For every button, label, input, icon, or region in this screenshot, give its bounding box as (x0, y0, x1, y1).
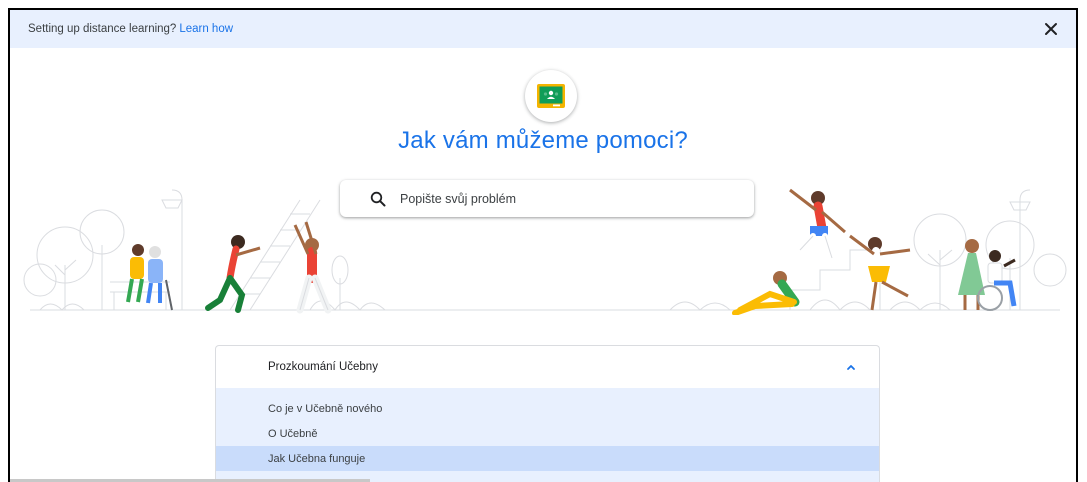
accordion-header-explore-classroom[interactable]: Prozkoumání Učebny (216, 346, 879, 388)
close-banner-button[interactable] (1040, 18, 1062, 40)
list-item-label: Co je v Učebně nového (268, 402, 383, 415)
list-item-about[interactable]: O Učebně (216, 421, 879, 446)
help-topics-accordion: Prozkoumání Učebny Co je v Učebně nového… (215, 345, 880, 482)
chevron-up-icon[interactable] (845, 361, 857, 373)
list-item-label: O Učebně (268, 427, 318, 440)
accordion-title: Prozkoumání Učebny (268, 361, 378, 373)
google-classroom-icon (537, 84, 565, 108)
list-item-label: Jak Učebna funguje (268, 452, 366, 465)
search-input[interactable] (398, 190, 722, 207)
banner-message: Setting up distance learning? (28, 23, 177, 35)
help-window: Setting up distance learning? Learn how J… (8, 8, 1078, 482)
list-item-how-it-works[interactable]: Jak Učebna funguje (216, 446, 879, 471)
page-title: Jak vám můžeme pomoci? (398, 127, 688, 154)
people-left (126, 221, 332, 314)
search-box[interactable] (340, 180, 754, 217)
search-icon (370, 191, 386, 207)
accordion-list: Co je v Učebně nového O Učebně Jak Učebn… (216, 388, 879, 482)
close-icon (1045, 23, 1057, 35)
list-item-whats-new[interactable]: Co je v Učebně nového (216, 396, 879, 421)
classroom-logo (525, 70, 577, 122)
people-right (732, 188, 1017, 315)
banner-text: Setting up distance learning? Learn how (28, 23, 233, 35)
learn-how-link[interactable]: Learn how (179, 23, 233, 35)
distance-learning-banner: Setting up distance learning? Learn how (10, 10, 1076, 48)
